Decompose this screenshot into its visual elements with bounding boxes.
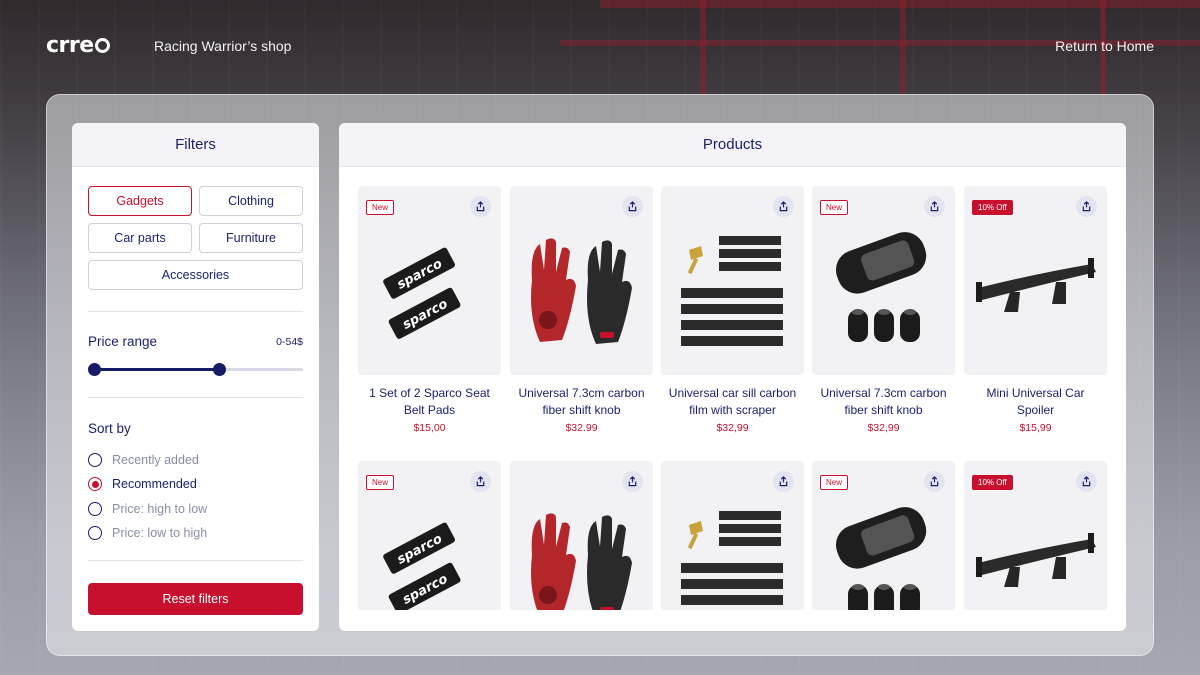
sort-option-label: Price: low to high	[112, 526, 208, 540]
divider	[88, 397, 303, 398]
share-icon[interactable]	[773, 196, 794, 217]
product-image-carbon-film	[681, 236, 783, 346]
product-price: $15,99	[1019, 422, 1052, 434]
product-image-box[interactable]: New sparco sparco	[358, 461, 501, 610]
category-furniture-button[interactable]: Furniture	[199, 223, 303, 253]
product-image-box[interactable]: 10% Off	[964, 186, 1107, 375]
new-badge: New	[820, 475, 849, 490]
products-panel: Products New sparco sparco 1 Set of 2 Sp…	[339, 123, 1126, 631]
product-card[interactable]: Universal 7.3cm carbon fiber shift knob $…	[510, 186, 653, 434]
category-clothing-button[interactable]: Clothing	[199, 186, 303, 216]
share-icon[interactable]	[470, 471, 491, 492]
filters-panel: Filters Gadgets Clothing Car parts Furni…	[72, 123, 319, 631]
product-image-box[interactable]: 10% Off	[964, 461, 1107, 610]
shop-name: Racing Warrior’s shop	[154, 38, 292, 54]
radio-button-checked[interactable]	[88, 477, 102, 491]
product-name[interactable]: Universal 7.3cm carbon fiber shift knob	[510, 385, 653, 419]
share-icon[interactable]	[924, 471, 945, 492]
product-card[interactable]: New sparco sparco 1 Set of 2 Sparco Seat…	[358, 186, 501, 434]
product-card[interactable]	[510, 461, 653, 610]
new-badge: New	[820, 200, 849, 215]
product-image-racing-gloves	[531, 238, 632, 344]
product-card[interactable]: Universal car sill carbon film with scra…	[661, 186, 804, 434]
share-icon[interactable]	[470, 196, 491, 217]
price-slider-fill	[94, 368, 220, 371]
product-image-shift-knob	[835, 232, 927, 342]
divider	[88, 560, 303, 561]
category-car-parts-button[interactable]: Car parts	[88, 223, 192, 253]
product-price: $32,99	[867, 422, 900, 434]
product-card[interactable]: 10% Off Mini Universal Car Spoiler $15,99	[964, 186, 1107, 434]
share-icon[interactable]	[622, 196, 643, 217]
product-image-box[interactable]	[510, 186, 653, 375]
sort-option-label: Price: high to low	[112, 502, 208, 516]
radio-button[interactable]	[88, 453, 102, 467]
sort-option-label: Recently added	[112, 453, 199, 467]
top-header: crre Racing Warrior’s shop Return to Hom…	[0, 0, 1200, 92]
radio-button[interactable]	[88, 502, 102, 516]
product-grid: New sparco sparco 1 Set of 2 Sparco Seat…	[358, 186, 1108, 610]
category-gadgets-button[interactable]: Gadgets	[88, 186, 192, 216]
product-image-box[interactable]: New sparco sparco	[358, 186, 501, 375]
product-image-seat-belt-pads: sparco sparco	[383, 247, 461, 339]
logo-text: crre	[46, 33, 94, 58]
product-image-box[interactable]	[510, 461, 653, 610]
product-image-box[interactable]: New	[812, 461, 955, 610]
product-price: $15,00	[413, 422, 446, 434]
product-price: $32.99	[565, 422, 598, 434]
filters-title: Filters	[72, 123, 319, 167]
sort-option-label: Recommended	[112, 477, 197, 491]
product-name[interactable]: 1 Set of 2 Sparco Seat Belt Pads	[358, 385, 501, 419]
product-image-spoiler	[976, 258, 1096, 312]
share-icon[interactable]	[622, 471, 643, 492]
product-card[interactable]: New sparco sparco	[358, 461, 501, 610]
price-slider-min-handle[interactable]	[88, 363, 101, 376]
product-card[interactable]: New	[812, 461, 955, 610]
reset-filters-button[interactable]: Reset filters	[88, 583, 303, 615]
product-image-shift-knob	[835, 507, 927, 610]
price-range-label: Price range	[88, 334, 158, 349]
sort-option-price-high-low[interactable]: Price: high to low	[88, 502, 207, 516]
product-image-box[interactable]: New	[812, 186, 955, 375]
discount-badge: 10% Off	[972, 200, 1013, 215]
sort-option-recommended[interactable]: Recommended	[88, 477, 197, 491]
product-card[interactable]: New Universal 7.3cm carbon fiber shift k…	[812, 186, 955, 434]
product-card[interactable]	[661, 461, 804, 610]
sort-by-label: Sort by	[88, 421, 131, 436]
product-image-spoiler	[976, 533, 1096, 587]
share-icon[interactable]	[1076, 471, 1097, 492]
product-image-racing-gloves	[531, 513, 632, 610]
return-home-link[interactable]: Return to Home	[1055, 38, 1154, 54]
category-accessories-button[interactable]: Accessories	[88, 260, 303, 290]
radio-button[interactable]	[88, 526, 102, 540]
price-range-value: 0-54$	[276, 336, 303, 348]
product-name[interactable]: Mini Universal Car Spoiler	[964, 385, 1107, 419]
share-icon[interactable]	[773, 471, 794, 492]
price-slider-max-handle[interactable]	[213, 363, 227, 376]
product-image-seat-belt-pads: sparco sparco	[383, 522, 461, 610]
product-price: $32,99	[716, 422, 749, 434]
new-badge: New	[366, 475, 395, 490]
divider	[88, 311, 303, 312]
product-name[interactable]: Universal 7.3cm carbon fiber shift knob	[812, 385, 955, 419]
sort-option-price-low-high[interactable]: Price: low to high	[88, 526, 207, 540]
brand-logo[interactable]: crre	[46, 33, 110, 58]
discount-badge: 10% Off	[972, 475, 1013, 490]
product-name[interactable]: Universal car sill carbon film with scra…	[661, 385, 804, 419]
sort-option-recently-added[interactable]: Recently added	[88, 453, 199, 467]
share-icon[interactable]	[1076, 196, 1097, 217]
new-badge: New	[366, 200, 395, 215]
logo-ball-icon	[94, 38, 110, 53]
share-icon[interactable]	[924, 196, 945, 217]
products-title: Products	[339, 123, 1126, 167]
product-image-box[interactable]	[661, 186, 804, 375]
product-image-carbon-film	[681, 511, 783, 605]
product-card[interactable]: 10% Off	[964, 461, 1107, 610]
product-image-box[interactable]	[661, 461, 804, 610]
